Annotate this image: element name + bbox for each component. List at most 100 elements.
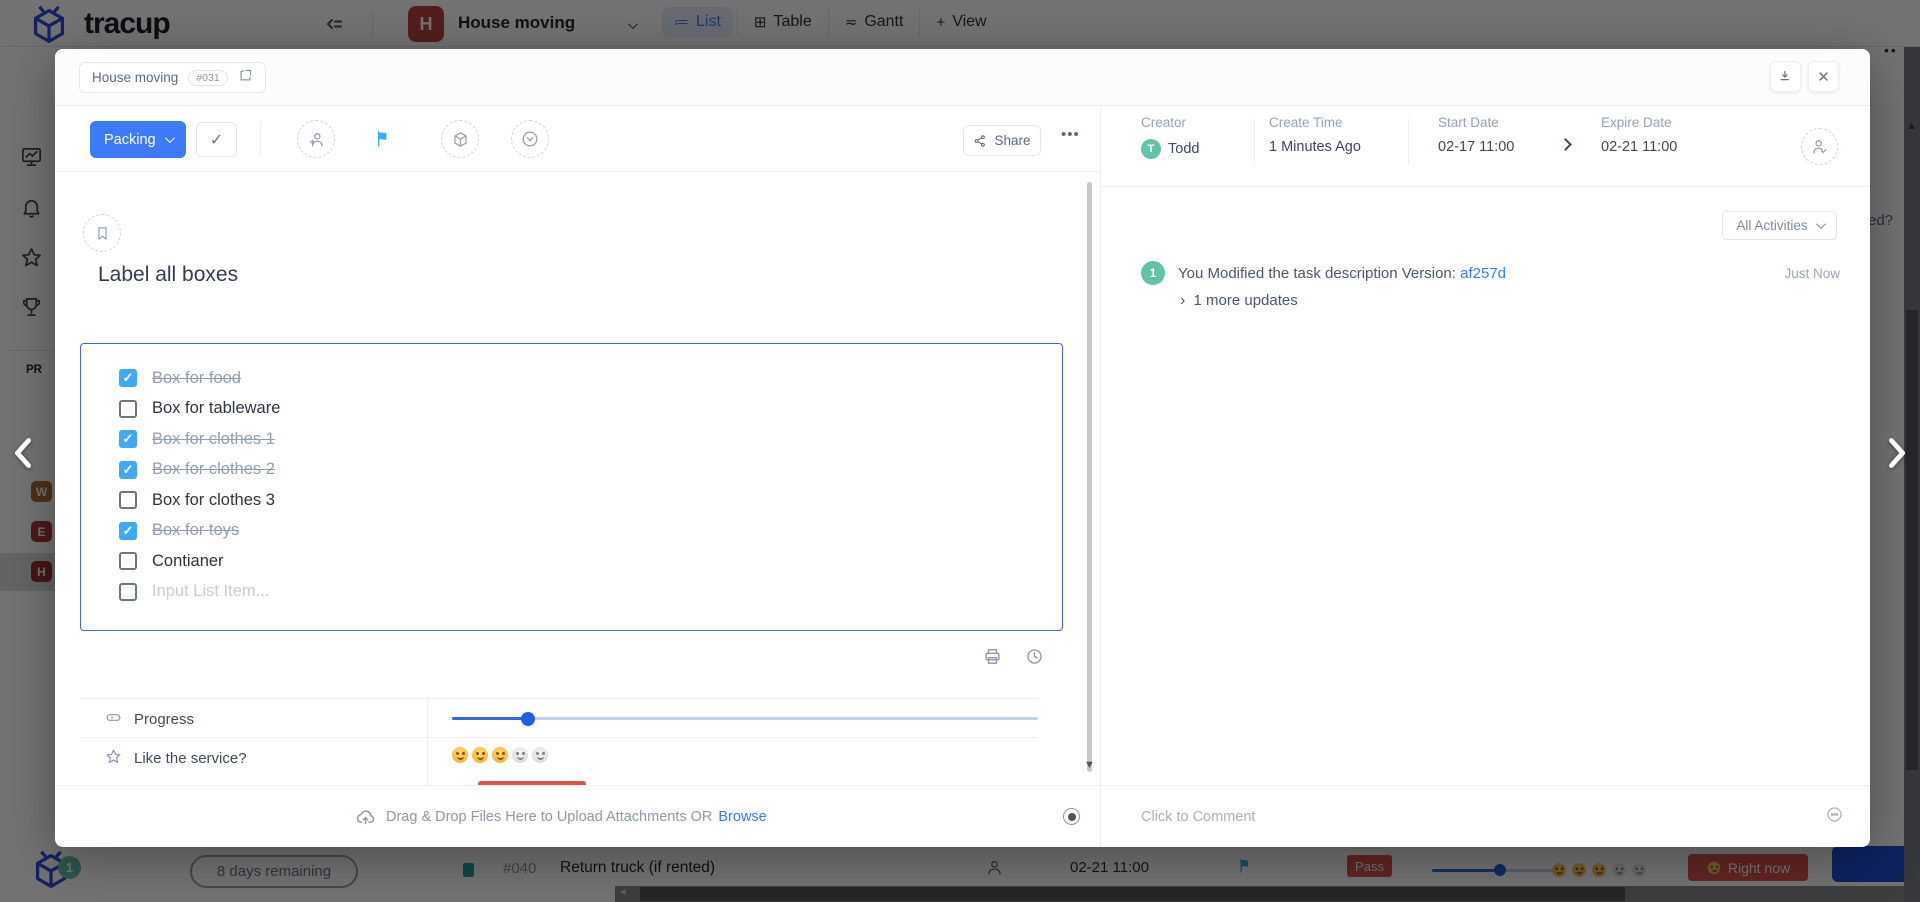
divider [260, 122, 261, 156]
checklist-block[interactable]: ✓ Box for food Box for tableware ✓ Box for c… [80, 343, 1063, 631]
next-task-arrow[interactable] [1880, 432, 1914, 479]
smiling-face-icon[interactable] [452, 747, 468, 763]
checkbox[interactable] [119, 491, 137, 509]
version-link[interactable]: af257d [1460, 265, 1506, 282]
share-button[interactable]: Share [963, 125, 1041, 156]
checkbox[interactable]: ✓ [119, 430, 137, 448]
rating-label: Like the service? [105, 748, 247, 769]
breadcrumb[interactable]: House moving #031 [79, 62, 266, 93]
more-actions-button[interactable]: ••• [1061, 126, 1080, 143]
expire-date-value[interactable]: 02-21 11:00 [1601, 139, 1677, 155]
attachment-dropzone[interactable]: Drag & Drop Files Here to Upload Attachm… [55, 785, 1100, 847]
person-check-icon [1810, 137, 1829, 156]
version-button[interactable] [511, 120, 549, 158]
checkbox[interactable]: ✓ [119, 369, 137, 387]
checklist-item[interactable]: ✓ Box for clothes 1 [119, 424, 1062, 455]
version-circle-icon [520, 129, 540, 149]
dropzone-text: Drag & Drop Files Here to Upload Attachm… [386, 809, 712, 825]
checklist-item[interactable]: Input List Item... [119, 577, 1062, 608]
related-item-button[interactable] [441, 120, 479, 158]
content-scroll-down-icon[interactable]: ▼ [1084, 759, 1095, 771]
checklist-item[interactable]: Contianer [119, 546, 1062, 577]
star-icon [105, 748, 122, 769]
task-id-badge: #031 [188, 70, 227, 86]
checkbox[interactable] [119, 400, 137, 418]
emoji-picker-icon[interactable] [1825, 805, 1844, 829]
modal-header: House moving #031 ✕ [55, 49, 1870, 106]
comment-placeholder[interactable]: Click to Comment [1141, 809, 1255, 825]
task-title[interactable]: Label all boxes [98, 263, 238, 287]
checklist-item-label[interactable]: Box for clothes 1 [152, 430, 275, 449]
browse-link[interactable]: Browse [718, 809, 766, 825]
date-range-chevron-icon [1561, 136, 1570, 154]
more-updates-toggle[interactable]: › 1 more updates [1180, 292, 1298, 310]
chevron-down-icon [1816, 219, 1826, 229]
bookmark-icon [94, 225, 111, 242]
close-button[interactable]: ✕ [1808, 61, 1839, 92]
panel-divider [1100, 106, 1101, 847]
breadcrumb-title[interactable]: House moving [92, 70, 178, 85]
smiling-face-gray-icon[interactable] [512, 747, 528, 763]
create-time-value: 1 Minutes Ago [1269, 139, 1361, 155]
smiling-face-icon[interactable] [492, 747, 508, 763]
checklist-item-label[interactable]: Box for food [152, 369, 241, 388]
checklist-item-label[interactable]: Contianer [152, 552, 224, 571]
divider [1254, 118, 1255, 164]
share-icon [973, 134, 987, 148]
flag-icon [373, 126, 393, 150]
rating-faces[interactable] [452, 747, 552, 768]
checklist-item[interactable]: Box for tableware [119, 394, 1062, 425]
chevron-down-icon [165, 133, 175, 143]
chevron-right-icon: › [1180, 292, 1185, 309]
status-dropdown-button[interactable]: Packing [90, 121, 186, 158]
progress-slider[interactable] [452, 717, 1038, 720]
start-date-value[interactable]: 02-17 11:00 [1438, 139, 1514, 155]
task-toolbar: Packing ✓ Share ••• [55, 106, 1100, 172]
checklist-item-label[interactable]: Box for clothes 3 [152, 491, 275, 510]
activities-filter-dropdown[interactable]: All Activities [1722, 211, 1837, 240]
collapse-arrow-icon [1778, 69, 1793, 84]
complete-task-button[interactable]: ✓ [196, 122, 237, 157]
checklist-item[interactable]: ✓ Box for clothes 2 [119, 455, 1062, 486]
cube-icon [451, 130, 470, 149]
progress-field-row: Progress [80, 698, 1038, 737]
start-date-label: Start Date [1438, 115, 1499, 130]
activity-entry: You Modified the task description Versio… [1178, 265, 1506, 282]
activity-time: Just Now [1745, 266, 1840, 281]
progress-label: Progress [105, 709, 194, 730]
checkbox[interactable] [119, 552, 137, 570]
attachment-toggle-radio[interactable] [1063, 808, 1080, 825]
smiling-face-gray-icon[interactable] [532, 747, 548, 763]
activity-avatar: 1 [1141, 261, 1165, 285]
expire-date-label: Expire Date [1601, 115, 1672, 130]
checklist-item-label[interactable]: Box for tableware [152, 399, 280, 418]
checklist-item[interactable]: Box for clothes 3 [119, 485, 1062, 516]
checklist-item-label[interactable]: Box for toys [152, 521, 239, 540]
person-arrow-icon [307, 130, 326, 149]
comment-bar[interactable]: Click to Comment [1101, 785, 1870, 847]
checkbox[interactable]: ✓ [119, 461, 137, 479]
app-root: tracup H House moving ≔List⊞Table≂Gantt+… [0, 0, 1920, 902]
task-detail-modal: House moving #031 ✕ Packing ✓ [55, 49, 1870, 847]
rating-field-row: Like the service? [80, 737, 1038, 785]
print-icon[interactable] [983, 647, 1002, 671]
open-in-new-icon[interactable] [238, 68, 253, 88]
checklist-item-label[interactable]: Box for clothes 2 [152, 460, 275, 479]
smiling-face-icon[interactable] [472, 747, 488, 763]
content-scrollbar-thumb[interactable] [1087, 182, 1092, 772]
creator-value[interactable]: T Todd [1141, 139, 1199, 159]
minimize-button[interactable] [1770, 61, 1801, 92]
add-assignee-button[interactable] [297, 120, 335, 158]
task-meta-header: Creator T Todd Create Time 1 Minutes Ago… [1101, 106, 1870, 187]
checklist-item[interactable]: ✓ Box for toys [119, 516, 1062, 547]
priority-flag-button[interactable] [373, 126, 393, 155]
checkbox[interactable] [119, 583, 137, 601]
previous-task-arrow[interactable] [6, 432, 40, 479]
add-watcher-button[interactable] [1801, 128, 1838, 165]
checklist-item[interactable]: ✓ Box for food [119, 363, 1062, 394]
history-clock-icon[interactable] [1025, 647, 1044, 671]
slider-icon [105, 709, 122, 730]
bookmark-button[interactable] [83, 214, 121, 252]
checkbox[interactable]: ✓ [119, 522, 137, 540]
checklist-item-label[interactable]: Input List Item... [152, 582, 269, 601]
